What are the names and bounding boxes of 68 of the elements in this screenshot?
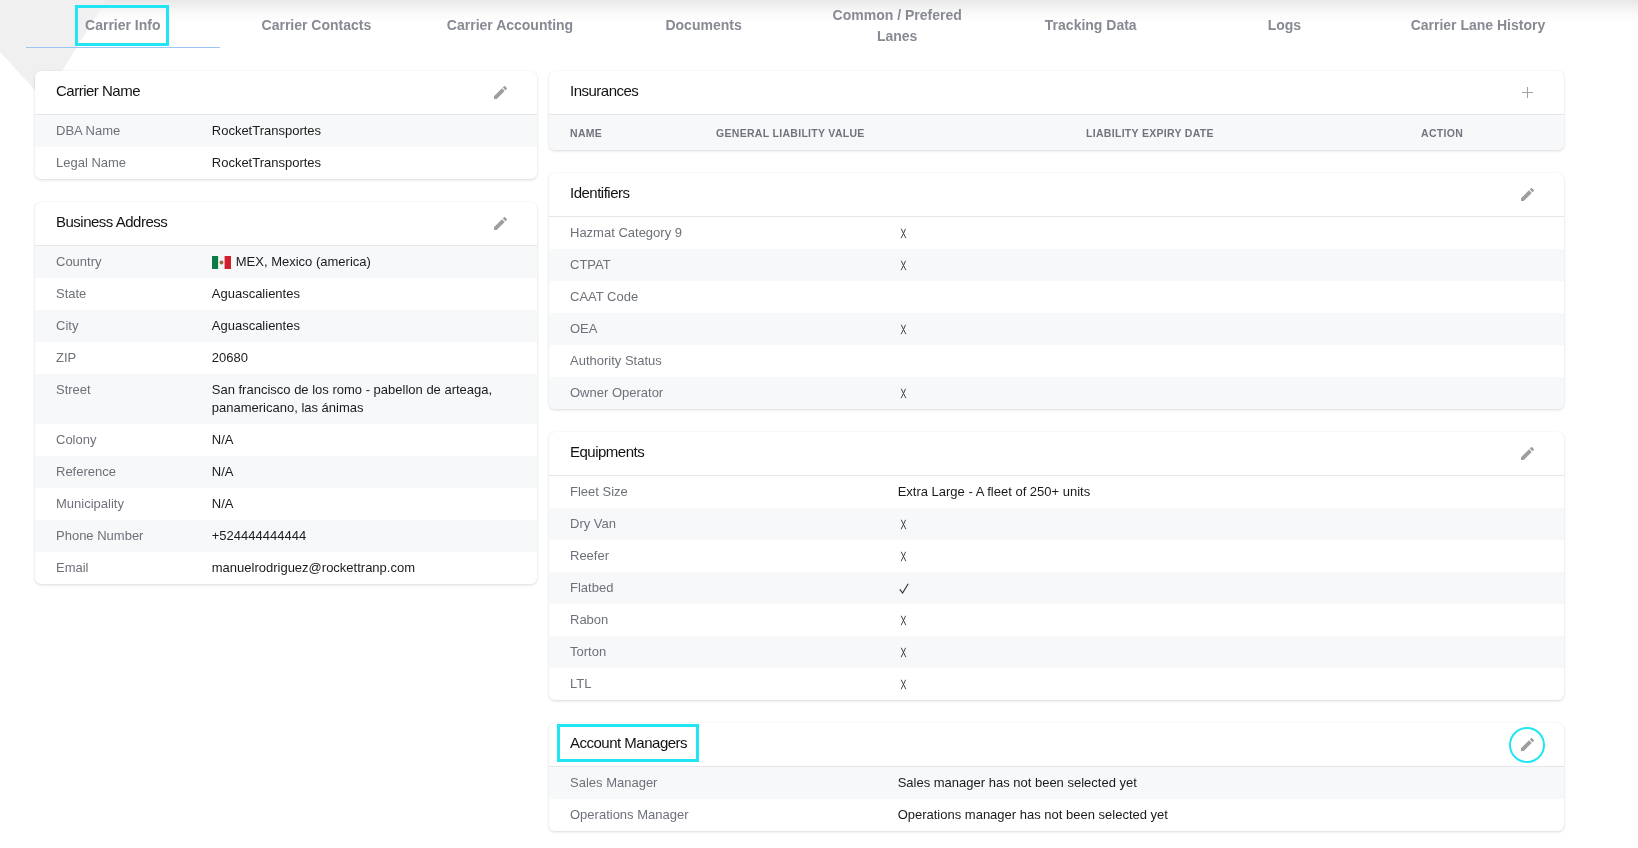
field-label: Operations Manager — [570, 806, 690, 824]
field-label: DBA Name — [56, 122, 122, 140]
edit-button[interactable] — [1509, 726, 1545, 763]
tab[interactable]: Tracking Data — [993, 0, 1188, 48]
field-value: San francisco de los romo - pabellon de arteaga, panamericano, las ánimas — [211, 381, 494, 417]
field-label: State — [56, 285, 88, 303]
field-value: +524444444444 — [211, 527, 308, 545]
field-label: CAAT Code — [570, 288, 640, 306]
field-label: Reference — [56, 463, 117, 481]
tab[interactable]: Carrier Info — [26, 0, 220, 48]
field-value: RocketTransportes — [211, 154, 323, 172]
field-label: Legal Name — [56, 154, 128, 172]
field-value: N/A — [211, 463, 235, 481]
field-label: Municipality — [56, 495, 125, 513]
field-label: Hazmat Category 9 — [570, 224, 683, 242]
column-header: LIABILITY EXPIRY DATE — [1086, 126, 1215, 139]
field-label: Sales Manager — [570, 774, 659, 792]
field-label: Country — [56, 253, 103, 271]
pencil-icon — [493, 86, 507, 99]
flag-icon — [211, 255, 231, 269]
field-value: manuelrodriguez@rockettranp.com — [211, 559, 416, 577]
field-label: ZIP — [56, 349, 78, 367]
card-title: Account Managers — [557, 723, 700, 762]
plus-icon — [1521, 87, 1533, 98]
card-title: Insurances — [570, 81, 639, 100]
tab[interactable]: Logs — [1187, 0, 1382, 48]
pencil-icon — [1520, 447, 1534, 460]
card-title: Identifiers — [570, 183, 630, 202]
tab[interactable]: Documents — [606, 0, 801, 48]
field-label: Phone Number — [56, 527, 145, 545]
field-value: Aguascalientes — [211, 317, 301, 335]
field-label: Flatbed — [570, 579, 615, 597]
field-label: Authority Status — [570, 352, 663, 370]
field-value: RocketTransportes — [211, 122, 323, 140]
column-header: GENERAL LIABILITY VALUE — [716, 126, 866, 139]
tab[interactable]: Carrier Contacts — [219, 0, 414, 48]
field-value: Operations manager has not been selected yet — [897, 806, 1169, 824]
pencil-icon — [1520, 188, 1534, 201]
field-value: Aguascalientes — [211, 285, 301, 303]
field-label: Torton — [570, 643, 608, 661]
field-label: Dry Van — [570, 515, 617, 533]
pencil-icon — [1520, 738, 1534, 751]
field-label: Email — [56, 559, 90, 577]
field-label: Street — [56, 381, 92, 399]
column-header: ACTION — [1421, 126, 1465, 139]
field-label: LTL — [570, 675, 593, 693]
field-value: N/A — [211, 431, 235, 449]
field-label: Reefer — [570, 547, 611, 565]
field-value: Sales manager has not been selected yet — [897, 774, 1138, 792]
field-value: Extra Large - A fleet of 250+ units — [897, 483, 1092, 501]
card-title: Carrier Name — [56, 81, 140, 100]
field-label: Rabon — [570, 611, 610, 629]
pencil-icon — [493, 217, 507, 230]
card-title: Equipments — [570, 442, 645, 461]
field-value: 20680 — [211, 349, 249, 367]
tab[interactable]: Carrier Lane History — [1381, 0, 1575, 48]
field-value: MEX, Mexico (america) — [235, 253, 371, 271]
column-header: NAME — [570, 126, 604, 139]
field-label: City — [56, 317, 80, 335]
tab[interactable]: Carrier Accounting — [413, 0, 607, 48]
tab[interactable]: Common / Prefered Lanes — [800, 0, 994, 48]
field-label: Owner Operator — [570, 384, 665, 402]
field-label: Fleet Size — [570, 483, 629, 501]
field-value: N/A — [211, 495, 235, 513]
field-label: CTPAT — [570, 256, 612, 274]
field-label: OEA — [570, 320, 599, 338]
field-label: Colony — [56, 431, 98, 449]
card-title: Business Address — [56, 212, 168, 231]
